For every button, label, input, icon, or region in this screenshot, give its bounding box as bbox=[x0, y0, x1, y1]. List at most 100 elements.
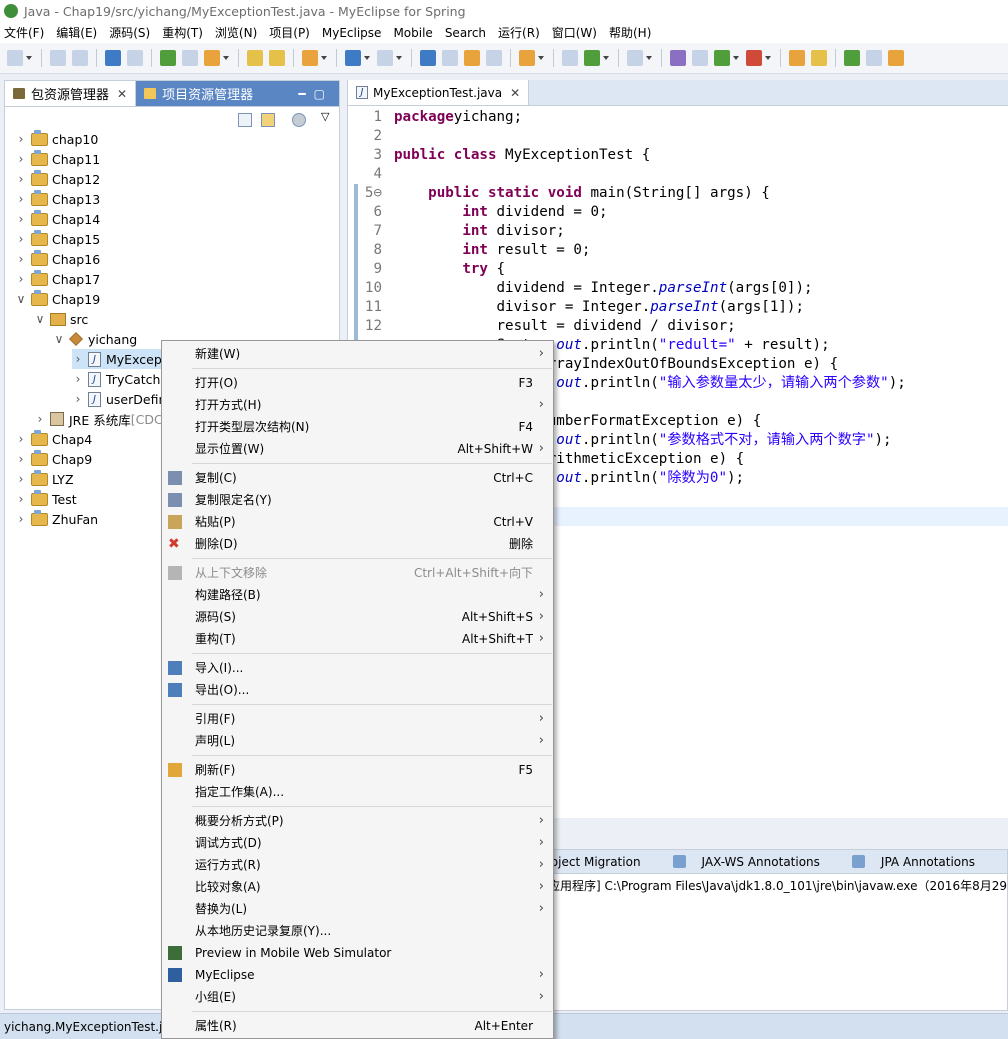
tree-item[interactable]: › Chap15 bbox=[15, 229, 100, 249]
tree-expand-icon[interactable]: › bbox=[15, 512, 27, 526]
tree-item[interactable]: ∨ Chap19 bbox=[15, 289, 100, 309]
menu-item-y-31[interactable]: 从本地历史记录复原(Y)... bbox=[162, 920, 553, 942]
tree-expand-icon[interactable]: › bbox=[15, 492, 27, 506]
tree-expand-icon[interactable]: › bbox=[15, 252, 27, 266]
tree-expand-icon[interactable]: › bbox=[15, 152, 27, 166]
menu-item-p-26[interactable]: 概要分析方式(P) › bbox=[162, 810, 553, 832]
tree-expand-icon[interactable]: ∨ bbox=[34, 312, 46, 326]
menu-item-a-24[interactable]: 指定工作集(A)... bbox=[162, 781, 553, 803]
toolbar-button-icon[interactable] bbox=[377, 50, 393, 66]
toolbar-button-icon[interactable] bbox=[844, 50, 860, 66]
toolbar-button-icon[interactable] bbox=[866, 50, 882, 66]
tree-item[interactable]: ∨ yichang bbox=[53, 329, 138, 349]
toolbar-button-icon[interactable] bbox=[345, 50, 361, 66]
tree-expand-icon[interactable]: › bbox=[34, 412, 46, 426]
tree-item[interactable]: › J TryCatch bbox=[72, 369, 160, 389]
tree-expand-icon[interactable]: › bbox=[15, 432, 27, 446]
toolbar-button-icon[interactable] bbox=[269, 50, 285, 66]
menu-item-0[interactable]: 文件(F) bbox=[4, 24, 44, 41]
tree-expand-icon[interactable]: › bbox=[72, 372, 84, 386]
tree-item[interactable]: › Chap17 bbox=[15, 269, 100, 289]
toolbar-button-icon[interactable] bbox=[182, 50, 198, 66]
toolbar-button-icon[interactable] bbox=[627, 50, 643, 66]
tree-item[interactable]: › Chap16 bbox=[15, 249, 100, 269]
menu-item-h-3[interactable]: 打开方式(H) › bbox=[162, 394, 553, 416]
toolbar-button-icon[interactable] bbox=[127, 50, 143, 66]
toolbar-button-icon[interactable] bbox=[105, 50, 121, 66]
menu-item-p-9[interactable]: 粘贴(P) Ctrl+V bbox=[162, 511, 553, 533]
toolbar-dropdown-icon[interactable] bbox=[223, 56, 229, 60]
tree-expand-icon[interactable]: ∨ bbox=[15, 292, 27, 306]
toolbar-button-icon[interactable] bbox=[562, 50, 578, 66]
toolbar-button-icon[interactable] bbox=[888, 50, 904, 66]
toolbar-button-icon[interactable] bbox=[692, 50, 708, 66]
menu-item-w-0[interactable]: 新建(W) › bbox=[162, 343, 553, 365]
toolbar-button-icon[interactable] bbox=[420, 50, 436, 66]
close-icon[interactable]: ✕ bbox=[117, 87, 127, 101]
menu-item-d-27[interactable]: 调试方式(D) › bbox=[162, 832, 553, 854]
menu-item-7[interactable]: Mobile bbox=[393, 26, 432, 40]
tree-expand-icon[interactable]: › bbox=[15, 172, 27, 186]
focus-icon[interactable] bbox=[292, 113, 306, 127]
tree-item[interactable]: › ZhuFan bbox=[15, 509, 98, 529]
toolbar-button-icon[interactable] bbox=[442, 50, 458, 66]
toolbar-dropdown-icon[interactable] bbox=[765, 56, 771, 60]
toolbar-dropdown-icon[interactable] bbox=[26, 56, 32, 60]
tree-expand-icon[interactable]: › bbox=[72, 352, 84, 366]
menu-item-l-30[interactable]: 替换为(L) › bbox=[162, 898, 553, 920]
menu-item-11[interactable]: 帮助(H) bbox=[609, 24, 651, 41]
menu-item-i-17[interactable]: 导入(I)... bbox=[162, 657, 553, 679]
toolbar-dropdown-icon[interactable] bbox=[646, 56, 652, 60]
toolbar-dropdown-icon[interactable] bbox=[603, 56, 609, 60]
tree-item[interactable]: › Chap13 bbox=[15, 189, 100, 209]
menu-item-l-21[interactable]: 声明(L) › bbox=[162, 730, 553, 752]
menu-item-t-15[interactable]: 重构(T) Alt+Shift+T › bbox=[162, 628, 553, 650]
menu-item-d-10[interactable]: ✖ 删除(D) 删除 bbox=[162, 533, 553, 555]
menu-item-2[interactable]: 源码(S) bbox=[109, 24, 150, 41]
menu-item-r-28[interactable]: 运行方式(R) › bbox=[162, 854, 553, 876]
tree-item[interactable]: › J MyExcep bbox=[72, 349, 162, 369]
tree-item[interactable]: › Chap4 bbox=[15, 429, 92, 449]
menu-item-e-34[interactable]: 小组(E) › bbox=[162, 986, 553, 1008]
tree-item[interactable]: › Chap9 bbox=[15, 449, 92, 469]
toolbar-button-icon[interactable] bbox=[72, 50, 88, 66]
tree-expand-icon[interactable]: › bbox=[15, 132, 27, 146]
tree-expand-icon[interactable]: › bbox=[15, 192, 27, 206]
link-editor-icon[interactable] bbox=[261, 113, 275, 127]
tree-expand-icon[interactable]: ∨ bbox=[53, 332, 65, 346]
menu-item-c-7[interactable]: 复制(C) Ctrl+C bbox=[162, 467, 553, 489]
tree-item[interactable]: › Chap12 bbox=[15, 169, 100, 189]
tree-expand-icon[interactable]: › bbox=[15, 212, 27, 226]
menu-item-o-18[interactable]: 导出(O)... bbox=[162, 679, 553, 701]
tree-expand-icon[interactable]: › bbox=[15, 272, 27, 286]
toolbar-button-icon[interactable] bbox=[160, 50, 176, 66]
tree-item[interactable]: › Test bbox=[15, 489, 77, 509]
toolbar-dropdown-icon[interactable] bbox=[733, 56, 739, 60]
toolbar-button-icon[interactable] bbox=[50, 50, 66, 66]
toolbar-dropdown-icon[interactable] bbox=[364, 56, 370, 60]
menu-item-6[interactable]: MyEclipse bbox=[322, 26, 382, 40]
menu-item-3[interactable]: 重构(T) bbox=[162, 24, 203, 41]
toolbar-button-icon[interactable] bbox=[204, 50, 220, 66]
toolbar-button-icon[interactable] bbox=[584, 50, 600, 66]
toolbar-button-icon[interactable] bbox=[714, 50, 730, 66]
toolbar-button-icon[interactable] bbox=[302, 50, 318, 66]
maximize-icon[interactable]: ▢ bbox=[314, 87, 325, 101]
tree-item[interactable]: › Chap14 bbox=[15, 209, 100, 229]
menu-item-8[interactable]: Search bbox=[445, 26, 486, 40]
toolbar-button-icon[interactable] bbox=[789, 50, 805, 66]
menu-item-9[interactable]: 运行(R) bbox=[498, 24, 540, 41]
tab-myexceptiontest[interactable]: J MyExceptionTest.java ✕ bbox=[348, 80, 530, 105]
bottom-tab-2[interactable]: JAX-WS Annotations bbox=[672, 855, 836, 869]
tree-item[interactable]: › JRE 系统库 [CDC bbox=[34, 409, 163, 429]
toolbar-button-icon[interactable] bbox=[486, 50, 502, 66]
toolbar-button-icon[interactable] bbox=[7, 50, 23, 66]
menu-item-o-2[interactable]: 打开(O) F3 bbox=[162, 372, 553, 394]
menu-item-1[interactable]: 编辑(E) bbox=[56, 24, 97, 41]
menu-item-b-13[interactable]: 构建路径(B) › bbox=[162, 584, 553, 606]
menu-item-r-36[interactable]: 属性(R) Alt+Enter bbox=[162, 1015, 553, 1037]
toolbar-button-icon[interactable] bbox=[811, 50, 827, 66]
tree-item[interactable]: ∨ src bbox=[34, 309, 89, 329]
menu-item-myeclipse-33[interactable]: MyEclipse › bbox=[162, 964, 553, 986]
toolbar-dropdown-icon[interactable] bbox=[321, 56, 327, 60]
